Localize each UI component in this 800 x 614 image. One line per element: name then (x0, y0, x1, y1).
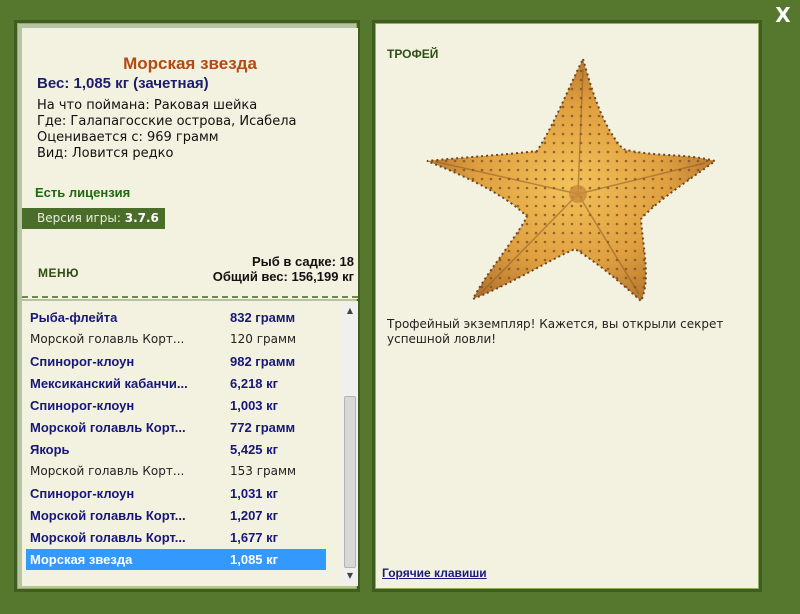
scrollbar[interactable]: ▲ ▼ (342, 303, 358, 584)
fish-weight-value: 6,218 кг (230, 376, 279, 391)
total-weight: Общий вес: 156,199 кг (212, 269, 354, 284)
catch-details: На что поймана: Раковая шейка Где: Галап… (37, 98, 296, 162)
fish-name: Рыба-флейта (30, 310, 118, 325)
fish-title: Морская звезда (123, 54, 257, 73)
fish-name: Морской голавль Корт... (30, 464, 185, 478)
fish-list[interactable]: Рыба-флейта 832 грамм Морской голавль Корт… (22, 301, 340, 586)
scroll-up-icon[interactable]: ▲ (342, 303, 358, 319)
fish-weight-value: 1,031 кг (230, 486, 279, 501)
scrollbar-thumb[interactable] (344, 396, 356, 568)
fish-weight-value: 1,003 кг (230, 398, 279, 413)
fish-name: Спинорог-клоун (30, 398, 135, 413)
scroll-down-icon[interactable]: ▼ (342, 568, 358, 584)
list-item[interactable]: Морской голавль Корт... 1,677 кг (26, 527, 326, 548)
fish-name: Морской голавль Корт... (30, 332, 185, 346)
fish-weight-value: 982 грамм (230, 354, 296, 369)
fish-weight-value: 772 грамм (230, 420, 296, 435)
valued-line: Оценивается с: 969 грамм (37, 130, 219, 145)
trophy-message: Трофейный экземпляр! Кажется, вы открыли… (387, 317, 724, 346)
fish-weight-value: 1,085 кг (230, 552, 279, 567)
bait-line: На что поймана: Раковая шейка (37, 98, 258, 113)
fish-name: Якорь (30, 442, 70, 457)
list-item[interactable]: Спинорог-клоун 1,003 кг (26, 395, 326, 416)
menu-button[interactable]: МЕНЮ (38, 266, 79, 280)
hotkeys-link[interactable]: Горячие клавиши (382, 566, 487, 580)
location-line: Где: Галапагосские острова, Исабела (37, 114, 297, 129)
version-label: Версия игры: (37, 211, 121, 225)
rarity-line: Вид: Ловится редко (37, 146, 174, 161)
list-item-selected[interactable]: Морская звезда 1,085 кг (26, 549, 326, 570)
list-item[interactable]: Спинорог-клоун 982 грамм (26, 351, 326, 372)
close-icon[interactable]: X (770, 4, 796, 26)
catch-stats: Рыб в садке: 18 Общий вес: 156,199 кг (213, 254, 354, 284)
fish-name: Морская звезда (30, 552, 133, 567)
list-item[interactable]: Рыба-флейта 832 грамм (26, 307, 326, 328)
fish-name: Морской голавль Корт... (30, 530, 186, 545)
fish-name: Спинорог-клоун (30, 354, 135, 369)
fish-weight-value: 832 грамм (230, 310, 296, 325)
list-item[interactable]: Морской голавль Корт... 772 грамм (26, 417, 326, 438)
fish-weight-value: 1,677 кг (230, 530, 279, 545)
version-value: 3.7.6 (124, 211, 159, 225)
fish-weight: Вес: 1,085 кг (зачетная) (37, 75, 209, 92)
trophy-panel: ТРОФЕЙ Трофейный экземпляр! Кажется, вы … (372, 20, 762, 592)
list-item[interactable]: Морской голавль Корт... 153 грамм (26, 461, 326, 482)
list-item[interactable]: Мексиканский кабанчи... 6,218 кг (26, 373, 326, 394)
fish-weight-value: 153 грамм (230, 464, 297, 478)
dashed-divider (22, 296, 358, 298)
list-item[interactable]: Морской голавль Корт... 1,207 кг (26, 505, 326, 526)
list-item[interactable]: Морской голавль Корт... 120 грамм (26, 329, 326, 350)
fish-count: Рыб в садке: 18 (251, 254, 354, 269)
list-item[interactable]: Якорь 5,425 кг (26, 439, 326, 460)
fish-name: Спинорог-клоун (30, 486, 135, 501)
list-item[interactable]: Спинорог-клоун 1,031 кг (26, 483, 326, 504)
fish-name: Морской голавль Корт... (30, 420, 186, 435)
catch-info-panel: Морская звезда Вес: 1,085 кг (зачетная) … (14, 20, 360, 592)
license-status: Есть лицензия (35, 185, 131, 200)
starfish-trophy-image (426, 56, 718, 303)
fish-list-box: Рыба-флейта 832 грамм Морской голавль Корт… (22, 301, 358, 586)
fish-weight-value: 120 грамм (230, 332, 297, 346)
fish-name: Морской голавль Корт... (30, 508, 186, 523)
catch-details-box: Морская звезда Вес: 1,085 кг (зачетная) … (22, 28, 358, 299)
fish-name: Мексиканский кабанчи... (30, 376, 188, 391)
game-version: Версия игры: 3.7.6 (22, 208, 165, 229)
fish-weight-value: 1,207 кг (230, 508, 279, 523)
fish-weight-value: 5,425 кг (230, 442, 279, 457)
